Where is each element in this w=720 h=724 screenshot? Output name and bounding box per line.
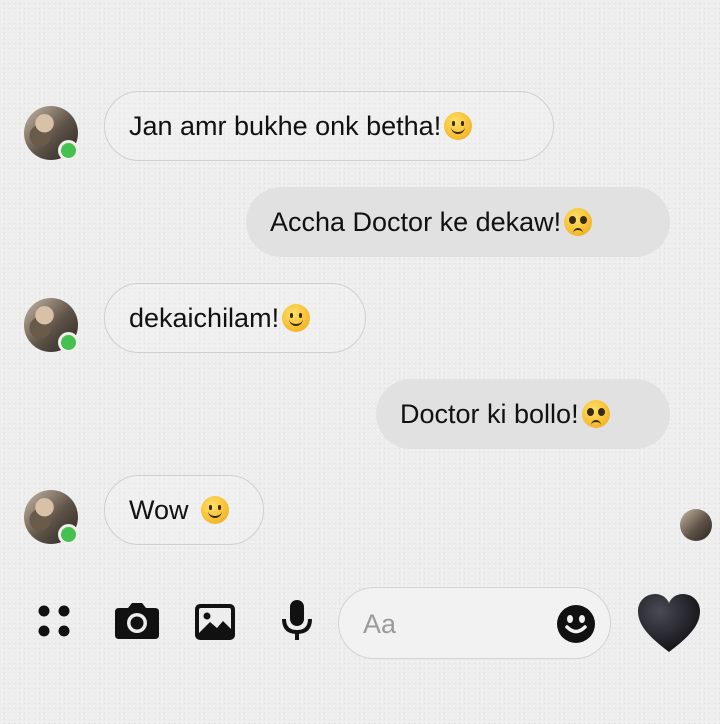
incoming-message-bubble[interactable]: Jan amr bukhe onk betha! [104, 91, 554, 161]
contact-avatar[interactable] [24, 490, 79, 545]
microphone-icon[interactable] [280, 599, 314, 643]
pleading-face-emoji [581, 400, 610, 428]
slightly-smiling-face-emoji [444, 112, 473, 140]
heart-icon[interactable] [636, 592, 702, 654]
incoming-message-bubble[interactable]: dekaichilam! [104, 283, 366, 353]
menu-dots-icon[interactable] [37, 604, 75, 642]
contact-avatar[interactable] [24, 298, 79, 353]
online-status-dot [58, 140, 79, 161]
outgoing-message-bubble[interactable]: Accha Doctor ke dekaw! [246, 187, 670, 257]
seen-receipt-avatar [680, 509, 712, 541]
contact-avatar[interactable] [24, 106, 79, 161]
online-status-dot [58, 524, 79, 545]
camera-icon[interactable] [114, 602, 160, 640]
message-text: dekaichilam! [129, 302, 280, 333]
message-input[interactable] [361, 604, 545, 644]
online-status-dot [58, 332, 79, 353]
slightly-smiling-face-emoji [200, 496, 229, 524]
incoming-message-bubble[interactable]: Wow [104, 475, 264, 545]
pleading-face-emoji [564, 208, 593, 236]
slightly-smiling-face-emoji [282, 304, 311, 332]
message-text: Jan amr bukhe onk betha! [129, 110, 442, 141]
emoji-icon[interactable] [556, 604, 596, 644]
message-text: Doctor ki bollo! [400, 398, 579, 429]
image-icon[interactable] [194, 603, 236, 641]
message-composer[interactable] [338, 587, 611, 659]
message-text: Accha Doctor ke dekaw! [270, 206, 562, 237]
message-text: Wow [129, 494, 189, 525]
outgoing-message-bubble[interactable]: Doctor ki bollo! [376, 379, 670, 449]
